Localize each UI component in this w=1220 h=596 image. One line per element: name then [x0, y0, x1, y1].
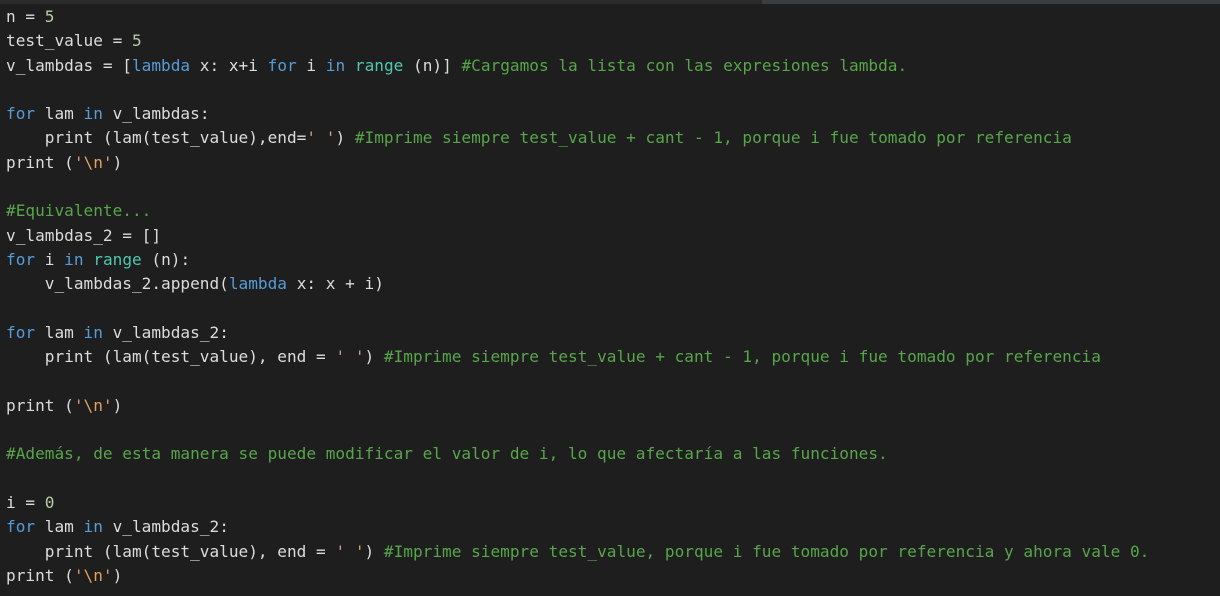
- comment-token: #Imprime siempre test_value + cant - 1, …: [383, 347, 1101, 367]
- code-line[interactable]: #Además, de esta manera se puede modific…: [6, 442, 1220, 466]
- code-token: ): [364, 541, 384, 561]
- code-editor[interactable]: n = 5 test_value = 5 v_lambdas = [lambda x…: [6, 5, 1220, 588]
- code-line[interactable]: for lam in v_lambdas_2:: [6, 321, 1220, 345]
- code-token: v_lambdas = [: [6, 55, 132, 75]
- code-line[interactable]: print (lam(test_value),end=' ') #Imprime…: [6, 126, 1220, 150]
- code-line[interactable]: n = 5: [6, 5, 1220, 29]
- comment-token: #Equivalente...: [6, 201, 152, 221]
- code-line[interactable]: print ('\n'): [6, 394, 1220, 418]
- code-token: print (: [6, 152, 74, 172]
- builtin-token: range: [93, 249, 142, 269]
- code-line[interactable]: #Equivalente...: [6, 199, 1220, 223]
- keyword-token: for: [6, 249, 36, 269]
- code-line[interactable]: for lam in v_lambdas:: [6, 102, 1220, 126]
- code-line[interactable]: i = 0: [6, 491, 1220, 515]
- string-token: ': [73, 395, 84, 415]
- code-token: v_lambdas_2.append(: [6, 274, 229, 294]
- string-token: ' ': [306, 128, 336, 148]
- scroll-marker: [762, 0, 1220, 4]
- code-token: ): [112, 395, 123, 415]
- code-token: ): [112, 152, 123, 172]
- code-line[interactable]: print (lam(test_value), end = ' ') #Impr…: [6, 540, 1220, 564]
- keyword-token: in: [83, 322, 103, 342]
- keyword-token: for: [6, 517, 36, 537]
- code-line[interactable]: [6, 369, 1220, 393]
- code-token: i: [35, 249, 65, 269]
- keyword-token: for: [267, 55, 297, 75]
- code-line[interactable]: test_value = 5: [6, 29, 1220, 53]
- escape-token: \n: [83, 152, 103, 172]
- escape-token: \n: [83, 565, 103, 585]
- code-line[interactable]: for lam in v_lambdas_2:: [6, 515, 1220, 539]
- keyword-token: lambda: [228, 274, 287, 294]
- comment-token: #Imprime siempre test_value, porque i fu…: [383, 541, 1150, 561]
- keyword-token: in: [325, 55, 346, 75]
- code-line[interactable]: v_lambdas_2.append(lambda x: x + i): [6, 272, 1220, 296]
- keyword-token: in: [64, 249, 84, 269]
- code-token: v_lambdas_2 = []: [6, 225, 162, 245]
- code-token: ): [112, 565, 123, 585]
- code-token: lam: [35, 322, 84, 342]
- code-token: print (lam(test_value), end =: [6, 541, 336, 561]
- string-token: ': [73, 152, 84, 172]
- comment-token: #Cargamos la lista con las expresiones l…: [461, 55, 908, 75]
- comment-token: #Además, de esta manera se puede modific…: [6, 444, 888, 464]
- keyword-token: for: [6, 322, 36, 342]
- number-token: 0: [44, 492, 55, 512]
- code-line[interactable]: v_lambdas_2 = []: [6, 224, 1220, 248]
- escape-token: \n: [83, 395, 103, 415]
- string-token: ': [102, 565, 113, 585]
- string-token: ': [102, 395, 113, 415]
- code-line[interactable]: [6, 467, 1220, 491]
- code-token: n =: [6, 7, 45, 26]
- string-token: ' ': [335, 347, 365, 367]
- string-token: ': [102, 152, 113, 172]
- code-line[interactable]: print ('\n'): [6, 564, 1220, 588]
- code-line[interactable]: [6, 78, 1220, 102]
- code-token: v_lambdas_2:: [102, 322, 229, 342]
- code-token: v_lambdas_2:: [102, 517, 229, 537]
- keyword-token: lambda: [131, 55, 191, 75]
- number-token: 5: [44, 7, 55, 26]
- builtin-token: range: [354, 55, 404, 75]
- code-token: print (: [6, 565, 74, 585]
- code-token: lam: [35, 104, 84, 124]
- code-token: ): [364, 347, 384, 367]
- code-token: (n):: [141, 249, 191, 269]
- code-token: x: x + i): [287, 274, 384, 294]
- code-line[interactable]: for i in range (n):: [6, 248, 1220, 272]
- code-token: v_lambdas:: [102, 104, 210, 124]
- code-line[interactable]: v_lambdas = [lambda x: x+i for i in rang…: [6, 54, 1220, 78]
- keyword-token: in: [83, 517, 103, 537]
- code-token: (n)]: [403, 55, 462, 75]
- number-token: 5: [131, 31, 142, 51]
- code-token: print (: [6, 395, 74, 415]
- keyword-token: in: [83, 104, 103, 124]
- code-token: i =: [6, 492, 45, 512]
- string-token: ': [73, 565, 84, 585]
- code-token: i: [296, 55, 326, 75]
- code-line[interactable]: [6, 418, 1220, 442]
- editor-top-strip: [0, 0, 1220, 4]
- code-line[interactable]: [6, 297, 1220, 321]
- code-line[interactable]: print ('\n'): [6, 151, 1220, 175]
- code-token: print (lam(test_value),end=: [6, 128, 307, 148]
- comment-token: #Imprime siempre test_value + cant - 1, …: [354, 128, 1072, 148]
- code-line[interactable]: print (lam(test_value), end = ' ') #Impr…: [6, 345, 1220, 369]
- code-token: lam: [35, 517, 84, 537]
- code-line[interactable]: [6, 175, 1220, 199]
- code-token: x: x+i: [190, 55, 268, 75]
- code-token: test_value =: [6, 31, 132, 51]
- string-token: ' ': [335, 541, 365, 561]
- code-token: ): [335, 128, 355, 148]
- code-token: print (lam(test_value), end =: [6, 347, 336, 367]
- keyword-token: for: [6, 104, 36, 124]
